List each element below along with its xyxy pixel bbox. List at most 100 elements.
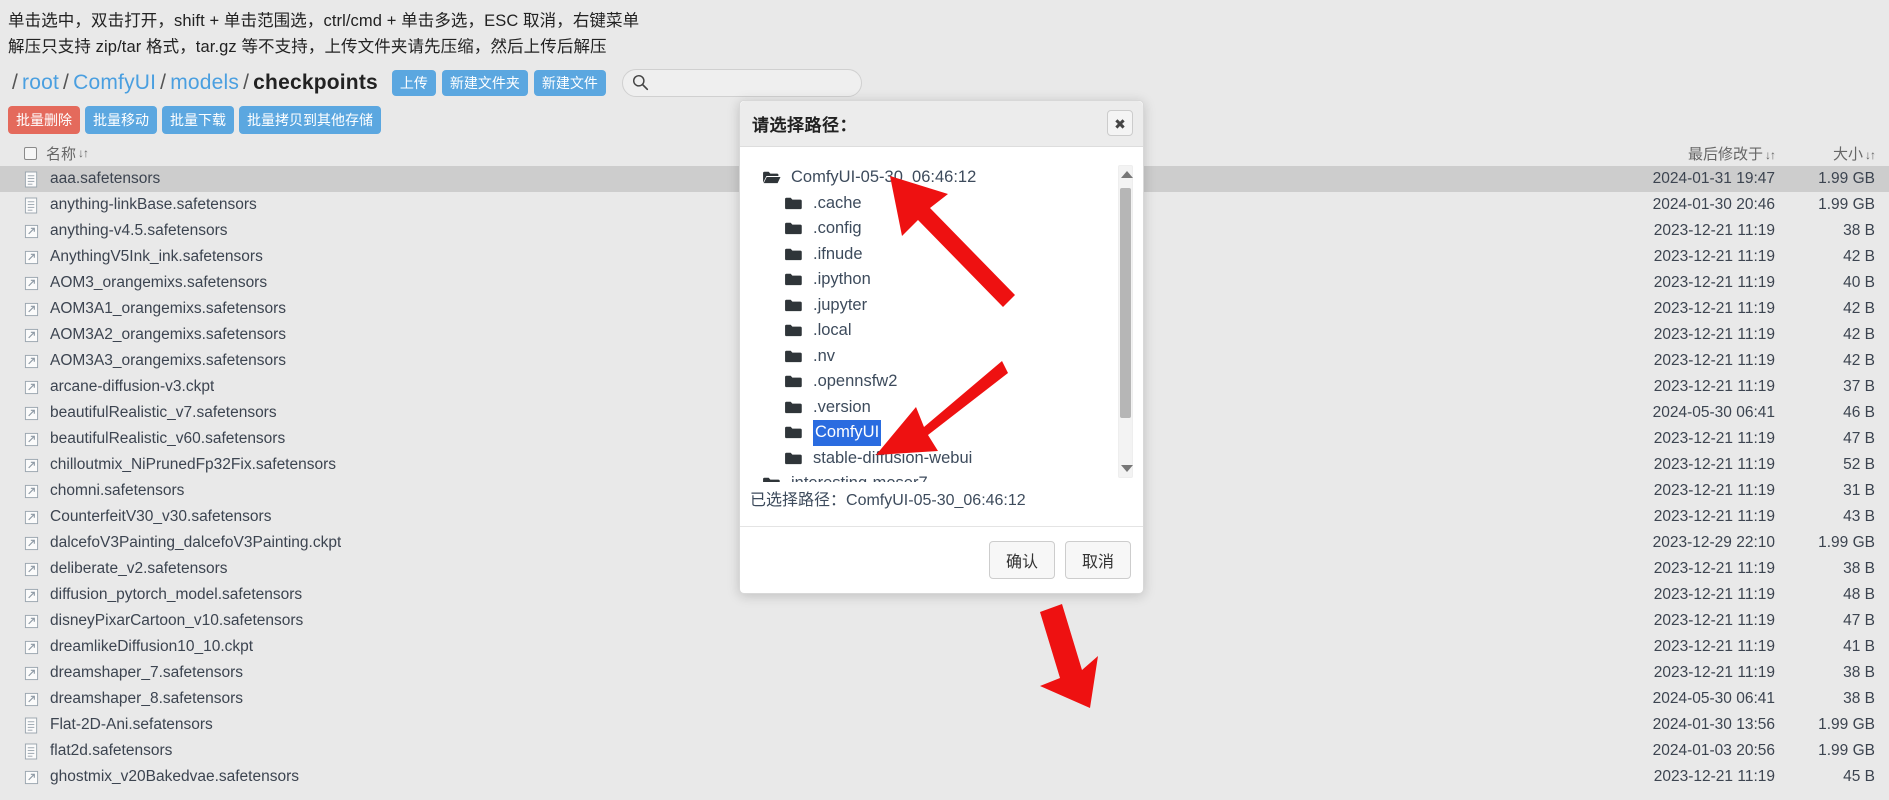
symlink-icon xyxy=(24,354,39,368)
folder-icon xyxy=(785,426,802,439)
confirm-button[interactable]: 确认 xyxy=(988,541,1055,579)
header-cell-size[interactable]: 大小 ↓↑ xyxy=(1775,143,1876,164)
close-icon[interactable]: ✖ xyxy=(1107,110,1133,136)
tree-node[interactable]: .cache xyxy=(762,191,1143,217)
tree-node[interactable]: .ifnude xyxy=(762,242,1143,268)
tree-node[interactable]: .opennsfw2 xyxy=(762,369,1143,395)
cell-mtime: 2023-12-21 11:19 xyxy=(1653,508,1775,525)
cell-name[interactable]: dreamlikeDiffusion10_10.ckpt xyxy=(24,638,1575,656)
tree-node[interactable]: .ipython xyxy=(762,267,1143,293)
scroll-down-arrow-icon[interactable] xyxy=(1121,465,1133,472)
dialog-body: ComfyUI-05-30_06:46:12 .cache .config .ifnu… xyxy=(740,147,1143,526)
tree-node[interactable]: .jupyter xyxy=(762,293,1143,319)
tree-node[interactable]: ComfyUI-05-30_06:46:12 xyxy=(762,165,1143,191)
new-folder-button[interactable]: 新建文件夹 xyxy=(441,70,528,96)
file-icon xyxy=(24,742,42,760)
table-row[interactable]: disneyPixarCartoon_v10.safetensors 2023-1… xyxy=(0,608,1889,634)
cell-mtime: 2023-12-21 11:19 xyxy=(1653,638,1775,655)
sort-icon-name[interactable]: ↓↑ xyxy=(78,146,89,160)
file-name-label: aaa.safetensors xyxy=(50,170,161,187)
cell-mtime: 2024-01-30 20:46 xyxy=(1652,196,1775,213)
breadcrumb-item-root[interactable]: root xyxy=(22,71,59,94)
search-input[interactable] xyxy=(621,69,862,97)
file-name-label: dreamshaper_7.safetensors xyxy=(50,664,244,681)
file-name-label: beautifulRealistic_v7.safetensors xyxy=(50,404,277,421)
symlink-icon xyxy=(24,534,42,552)
table-row[interactable]: dreamshaper_8.safetensors 2024-05-30 06:4… xyxy=(0,686,1889,712)
tree-node[interactable]: .nv xyxy=(762,344,1143,370)
tree-node-label: ComfyUI-05-30_06:46:12 xyxy=(791,168,977,186)
scroll-up-arrow-icon[interactable] xyxy=(1121,171,1133,178)
cancel-button[interactable]: 取消 xyxy=(1064,541,1131,579)
table-row[interactable]: dreamlikeDiffusion10_10.ckpt 2023-12-21 1… xyxy=(0,634,1889,660)
file-name-label: AOM3A3_orangemixs.safetensors xyxy=(50,352,287,369)
dialog-footer: 确认 取消 xyxy=(740,526,1143,593)
upload-button[interactable]: 上传 xyxy=(391,70,436,96)
cell-name[interactable]: dreamshaper_7.safetensors xyxy=(24,664,1575,682)
scrollbar-thumb[interactable] xyxy=(1120,188,1131,418)
breadcrumb-item-comfyui[interactable]: ComfyUI xyxy=(73,71,156,94)
dialog-title: 请选择路径： xyxy=(752,116,857,135)
symlink-icon xyxy=(24,458,39,472)
folder-icon xyxy=(784,272,804,287)
tree-node[interactable]: stable-diffusion-webui xyxy=(762,446,1143,472)
header-cell-mtime[interactable]: 最后修改于 ↓↑ xyxy=(1575,143,1776,164)
file-manager-page: 单击选中，双击打开，shift + 单击范围选，ctrl/cmd + 单击多选，… xyxy=(0,0,1889,800)
tree-node[interactable]: ComfyUI xyxy=(762,420,1143,446)
cell-mtime: 2023-12-21 11:19 xyxy=(1653,352,1775,369)
tree-node[interactable]: interesting-moser7 xyxy=(762,471,1143,482)
symlink-icon xyxy=(24,536,39,550)
batch-action-button-2[interactable]: 批量下载 xyxy=(162,106,234,134)
cell-mtime: 2023-12-21 11:19 xyxy=(1653,274,1775,291)
tree-node[interactable]: .local xyxy=(762,318,1143,344)
symlink-icon xyxy=(24,224,39,238)
table-row[interactable]: Flat-2D-Ani.sefatensors 2024-01-30 13:56 1… xyxy=(0,712,1889,738)
path-action-buttons: 上传 新建文件夹 新建文件 xyxy=(391,70,606,96)
cell-name[interactable]: ghostmix_v20Bakedvae.safetensors xyxy=(24,768,1575,786)
breadcrumb-separator-2: / xyxy=(160,71,167,94)
file-name-label: AOM3A2_orangemixs.safetensors xyxy=(50,326,287,343)
cell-size: 47 B xyxy=(1843,612,1875,629)
cell-mtime: 2024-01-03 20:56 xyxy=(1652,742,1775,759)
tree-node-label: .version xyxy=(813,397,871,416)
file-name-label: diffusion_pytorch_model.safetensors xyxy=(50,586,303,603)
batch-action-button-3[interactable]: 批量拷贝到其他存储 xyxy=(239,106,381,134)
cell-size: 48 B xyxy=(1843,586,1875,603)
cell-name[interactable]: flat2d.safetensors xyxy=(24,742,1575,760)
sort-icon-size[interactable]: ↓↑ xyxy=(1865,148,1876,162)
symlink-icon xyxy=(24,300,42,318)
batch-action-button-1[interactable]: 批量移动 xyxy=(85,106,157,134)
symlink-icon xyxy=(24,770,39,784)
sort-icon-mtime[interactable]: ↓↑ xyxy=(1765,148,1776,162)
search-box[interactable] xyxy=(621,69,862,97)
batch-action-button-0[interactable]: 批量删除 xyxy=(8,106,80,134)
selected-path-display: 已选择路径：ComfyUI-05-30_06:46:12 xyxy=(740,482,1143,526)
cell-name[interactable]: Flat-2D-Ani.sefatensors xyxy=(24,716,1575,734)
table-row[interactable]: flat2d.safetensors 2024-01-03 20:56 1.99 G… xyxy=(0,738,1889,764)
breadcrumb-item-models[interactable]: models xyxy=(170,71,239,94)
cell-name[interactable]: dreamshaper_8.safetensors xyxy=(24,690,1575,708)
file-name-label: AOM3_orangemixs.safetensors xyxy=(50,274,268,291)
tree-scrollbar[interactable] xyxy=(1118,165,1133,478)
cell-mtime: 2023-12-21 11:19 xyxy=(1653,586,1775,603)
header-label-size: 大小 xyxy=(1832,145,1863,163)
select-all-checkbox[interactable] xyxy=(24,146,37,160)
cell-name[interactable]: disneyPixarCartoon_v10.safetensors xyxy=(24,612,1575,630)
selected-path-label: 已选择路径： xyxy=(750,492,847,509)
file-name-label: anything-v4.5.safetensors xyxy=(50,222,228,239)
table-row[interactable]: dreamshaper_7.safetensors 2023-12-21 11:1… xyxy=(0,660,1889,686)
table-row[interactable]: ghostmix_v20Bakedvae.safetensors 2023-12-… xyxy=(0,764,1889,790)
file-name-label: beautifulRealistic_v60.safetensors xyxy=(50,430,286,447)
symlink-icon xyxy=(24,638,42,656)
cell-size: 1.99 GB xyxy=(1818,534,1875,551)
tree-node[interactable]: .config xyxy=(762,216,1143,242)
file-name-label: arcane-diffusion-v3.ckpt xyxy=(50,378,215,395)
tree-node-label: .opennsfw2 xyxy=(813,372,898,390)
folder-icon xyxy=(785,273,802,286)
new-file-button[interactable]: 新建文件 xyxy=(533,70,606,96)
tree-node[interactable]: .version xyxy=(762,395,1143,421)
symlink-icon xyxy=(24,432,39,446)
file-name-label: AOM3A1_orangemixs.safetensors xyxy=(50,300,287,317)
cell-mtime: 2024-05-30 06:41 xyxy=(1652,690,1775,707)
hint-line-1: 单击选中，双击打开，shift + 单击范围选，ctrl/cmd + 单击多选，… xyxy=(8,12,640,30)
